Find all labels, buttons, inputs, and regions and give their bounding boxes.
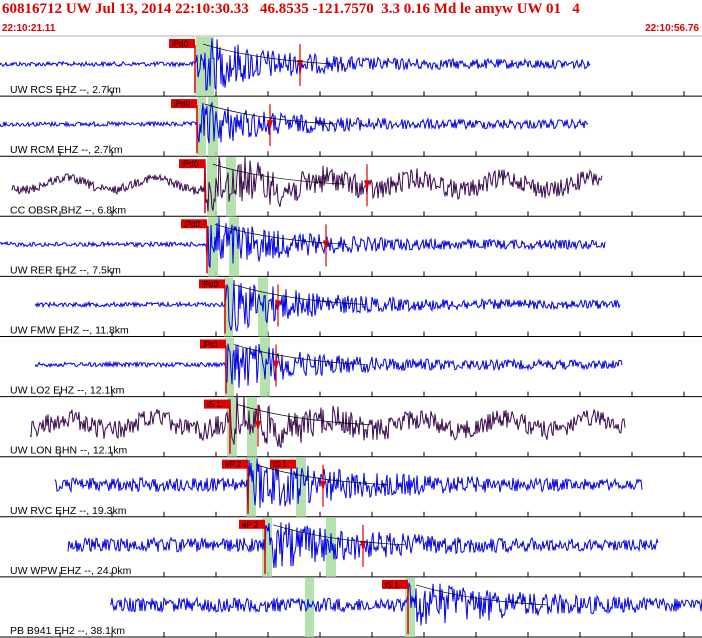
- pick-label-text: eP 2: [242, 520, 259, 529]
- station-label: PB B941 EH2 --, 38.1km: [10, 625, 125, 637]
- pick-label-text: eP 2: [225, 460, 242, 469]
- waveform-trace: [0, 38, 591, 92]
- pick-label[interactable]: iPd0: [181, 219, 207, 229]
- waveform-trace: [34, 279, 621, 332]
- station-label: UW RVC EHZ --, 19.3km: [10, 505, 127, 517]
- waveform-trace: [29, 393, 626, 449]
- coda-decay-curve: [415, 584, 549, 606]
- pick-label-text: iS 1: [385, 580, 399, 589]
- waveform-trace: [0, 216, 606, 268]
- pick-label-text: iS 1: [207, 400, 221, 409]
- pick-label-text: iPd0: [182, 160, 199, 169]
- pick-label[interactable]: iS 1: [270, 459, 296, 470]
- coda-marker-arrow: [320, 480, 326, 491]
- station-label: UW LON BHN --, 12.1km: [10, 445, 128, 457]
- station-label: UW RER EHZ --, 7.5km: [10, 264, 121, 276]
- pick-label-text: iS 1: [273, 460, 287, 469]
- pick-label[interactable]: eP 2: [222, 459, 248, 470]
- pick-label[interactable]: iPd0: [171, 99, 197, 109]
- window-end-time: 22:10:56.76: [645, 23, 699, 34]
- station-label: CC OBSR BHZ --, 6.8km: [10, 204, 126, 216]
- window-start-time: 22:10:21.11: [2, 23, 56, 34]
- event-title: 60816712 UW Jul 13, 2014 22:10:30.33 46.…: [2, 1, 580, 17]
- station-label: UW WPW EHZ --, 24.0km: [10, 565, 132, 577]
- pick-label-text: iPd0: [174, 100, 191, 109]
- pick-label-text: iPd0: [172, 40, 189, 49]
- station-label: UW FMW EHZ --, 11.8km: [10, 325, 129, 337]
- phase-window-band: [260, 337, 270, 397]
- pick-label[interactable]: iS 1: [204, 399, 230, 410]
- station-label: UW RCS EHZ --, 2.7km: [10, 84, 121, 96]
- pick-label[interactable]: iPc1: [200, 339, 226, 350]
- phase-window-band: [226, 157, 236, 217]
- pick-label[interactable]: iPd0: [179, 159, 205, 169]
- pick-label[interactable]: iS 1: [382, 579, 408, 590]
- station-label: UW RCM EHZ --, 2.7km: [10, 144, 123, 156]
- seismogram-panel[interactable]: iPd0 UW RCS EHZ --, 2.7km iPd0 UW RCM EHZ -…: [0, 37, 702, 638]
- pick-label-text: iPd0: [202, 280, 219, 289]
- waveform-trace: [54, 458, 643, 514]
- waveform-trace: [0, 101, 589, 144]
- pick-label-text: iPd0: [184, 220, 201, 229]
- coda-marker-arrow: [364, 180, 370, 191]
- waveform-trace: [11, 156, 603, 212]
- pick-label[interactable]: eP 2: [239, 519, 265, 530]
- station-label: UW LO2 EHZ --, 12.1km: [10, 385, 125, 397]
- pick-label[interactable]: iPd0: [199, 279, 225, 289]
- phase-window-band: [305, 577, 314, 637]
- pick-label[interactable]: iPd0: [169, 39, 195, 49]
- pick-label-text: iPc1: [203, 340, 219, 349]
- event-header: 60816712 UW Jul 13, 2014 22:10:30.33 46.…: [0, 0, 702, 20]
- waveform-trace: [34, 343, 623, 388]
